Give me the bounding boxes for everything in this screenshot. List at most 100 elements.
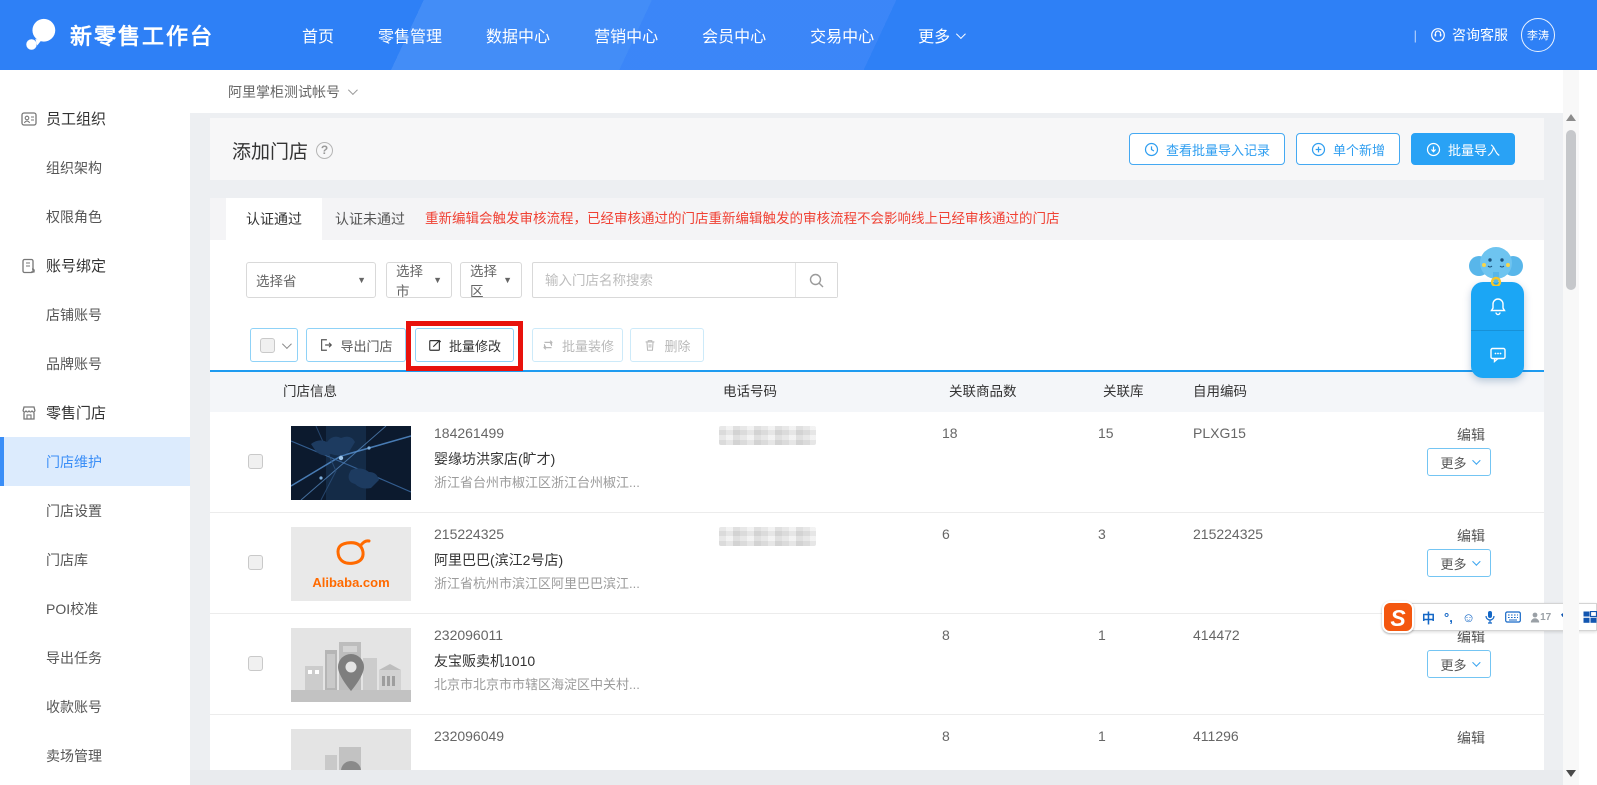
sidebar-item-store-settings[interactable]: 门店设置 [0, 486, 190, 535]
more-button-label: 更多 [1440, 455, 1467, 471]
button-label: 批量导入 [1447, 142, 1500, 158]
ime-account-button[interactable]: 17 [1530, 612, 1551, 623]
edit-link[interactable]: 编辑 [1457, 526, 1485, 546]
ime-lang-toggle[interactable]: 中 [1422, 608, 1435, 627]
app-logo[interactable]: 新零售工作台 [22, 16, 214, 54]
sidebar-group-label: 零售门店 [46, 405, 107, 422]
user-name: 李涛 [1527, 30, 1549, 42]
custom-code: PLXG15 [1193, 425, 1246, 441]
linked-goods-count: 6 [942, 526, 950, 542]
edit-link[interactable]: 编辑 [1457, 728, 1485, 748]
sidebar-item-mall-management[interactable]: 卖场管理 [0, 731, 190, 780]
view-import-records-button[interactable]: 查看批量导入记录 [1128, 133, 1285, 165]
notification-bell-button[interactable] [1471, 282, 1524, 331]
table-row: 232096011 友宝贩卖机1010 北京市北京市市辖区海淀区中关村... 8… [210, 614, 1544, 715]
scrollbar-thumb[interactable] [1566, 130, 1576, 290]
ime-keyboard-button[interactable] [1505, 611, 1522, 623]
sidebar-item-label: 店铺账号 [46, 306, 102, 323]
help-icon[interactable]: ? [316, 142, 334, 159]
nav-trade-center[interactable]: 交易中心 [810, 23, 874, 47]
linked-warehouse-count: 1 [1098, 627, 1106, 643]
delete-button[interactable]: 删除 [630, 328, 704, 362]
more-button[interactable]: 更多 [1427, 650, 1491, 678]
chevron-down-icon [347, 85, 358, 96]
select-all-dropdown[interactable] [250, 328, 298, 362]
scrollbar-up-arrow[interactable] [1566, 114, 1576, 121]
ime-toolbox-button[interactable] [1583, 610, 1597, 624]
store-name: 友宝贩卖机1010 [434, 653, 536, 669]
assistant-mascot[interactable] [1466, 242, 1526, 288]
more-button[interactable]: 更多 [1427, 549, 1491, 577]
export-icon [321, 339, 333, 351]
province-select[interactable]: 选择省 ▼ [246, 262, 376, 298]
store-id: 232096049 [434, 728, 505, 744]
ime-mic-button[interactable] [1484, 610, 1496, 624]
sidebar-item-shop-accounts[interactable]: 店铺账号 [0, 290, 190, 339]
tab-not-approved[interactable]: 认证未通过 [322, 198, 418, 240]
edit-icon [429, 339, 442, 351]
batch-edit-button[interactable]: 批量修改 [415, 328, 514, 362]
nav-more[interactable]: 更多 [918, 23, 966, 47]
scrollbar-track[interactable] [1563, 70, 1579, 785]
account-bind-icon [20, 257, 38, 275]
district-select[interactable]: 选择区 ▼ [460, 262, 522, 299]
nav-home[interactable]: 首页 [302, 23, 334, 47]
scrollbar-down-arrow[interactable] [1566, 770, 1576, 777]
customer-service-link[interactable]: 咨询客服 [1430, 25, 1508, 45]
app-title: 新零售工作台 [70, 24, 215, 49]
account-selector[interactable]: 阿里掌柜测试帐号 [228, 82, 358, 102]
nav-member-center[interactable]: 会员中心 [702, 23, 766, 47]
row-checkbox[interactable] [248, 454, 263, 469]
button-label: 批量装修 [561, 338, 614, 354]
store-address: 北京市北京市市辖区海淀区中关村... [434, 677, 640, 692]
select-all-checkbox[interactable] [259, 337, 275, 353]
linked-goods-count: 8 [942, 627, 950, 643]
tab-approved[interactable]: 认证通过 [226, 198, 322, 240]
sidebar-item-store-maintenance[interactable]: 门店维护 [0, 437, 190, 486]
caret-down-icon: ▼ [503, 275, 512, 285]
header-right: | 咨询客服 李涛 [1414, 18, 1597, 52]
export-stores-button[interactable]: 导出门店 [306, 328, 406, 362]
more-button[interactable]: 更多 [1427, 448, 1491, 476]
search-button[interactable] [795, 263, 837, 297]
district-select-value: 选择区 [470, 264, 497, 299]
row-checkbox[interactable] [248, 555, 263, 570]
page-title-text: 添加门店 [232, 142, 309, 163]
nav-marketing-center[interactable]: 营销中心 [594, 23, 658, 47]
nav-data-center[interactable]: 数据中心 [486, 23, 550, 47]
breadcrumb: 阿里掌柜测试帐号 [190, 70, 1597, 113]
sidebar-group-label: 账号绑定 [46, 258, 107, 275]
sidebar-group-retail-stores[interactable]: 零售门店 [0, 388, 190, 437]
grid-icon [1583, 610, 1597, 623]
sidebar-item-store-library[interactable]: 门店库 [0, 535, 190, 584]
single-add-button[interactable]: 单个新增 [1295, 133, 1400, 165]
batch-import-button[interactable]: 批量导入 [1410, 133, 1515, 165]
row-checkbox[interactable] [248, 656, 263, 671]
nav-more-label: 更多 [918, 29, 951, 46]
sidebar-item-permission-roles[interactable]: 权限角色 [0, 192, 190, 241]
user-avatar[interactable]: 李涛 [1521, 18, 1555, 52]
sidebar-item-export-tasks[interactable]: 导出任务 [0, 633, 190, 682]
table-row: Alibaba.com 215224325 阿里巴巴(滨江2号店) 浙江省杭州市… [210, 513, 1544, 614]
column-custom-code: 自用编码 [1193, 384, 1247, 399]
sidebar-item-brand-accounts[interactable]: 品牌账号 [0, 339, 190, 388]
city-select[interactable]: 选择市 ▼ [386, 262, 452, 299]
sidebar-item-payment-accounts[interactable]: 收款账号 [0, 682, 190, 731]
sidebar-item-org-structure[interactable]: 组织架构 [0, 143, 190, 192]
sidebar-item-poi-calibration[interactable]: POI校准 [0, 584, 190, 633]
edit-link[interactable]: 编辑 [1457, 425, 1485, 445]
customer-service-label: 咨询客服 [1452, 27, 1508, 43]
feedback-chat-button[interactable] [1471, 331, 1524, 379]
sidebar-group-account-binding[interactable]: 账号绑定 [0, 241, 190, 290]
sogou-logo[interactable]: S [1382, 601, 1414, 633]
plus-circle-icon [1311, 142, 1326, 156]
ime-punctuation-toggle[interactable]: °, [1444, 610, 1453, 625]
batch-decorate-button[interactable]: 批量装修 [532, 328, 623, 362]
store-search-input[interactable] [533, 263, 795, 297]
sidebar-group-staff-org[interactable]: 员工组织 [0, 94, 190, 143]
nav-retail-management[interactable]: 零售管理 [378, 23, 442, 47]
column-store-info: 门店信息 [283, 384, 337, 399]
store-list-card: 认证通过 认证未通过 重新编辑会触发审核流程，已经审核通过的门店重新编辑触发的审… [210, 198, 1544, 770]
chat-bubble-icon [1489, 348, 1506, 364]
ime-emoji-button[interactable]: ☺ [1462, 610, 1475, 625]
